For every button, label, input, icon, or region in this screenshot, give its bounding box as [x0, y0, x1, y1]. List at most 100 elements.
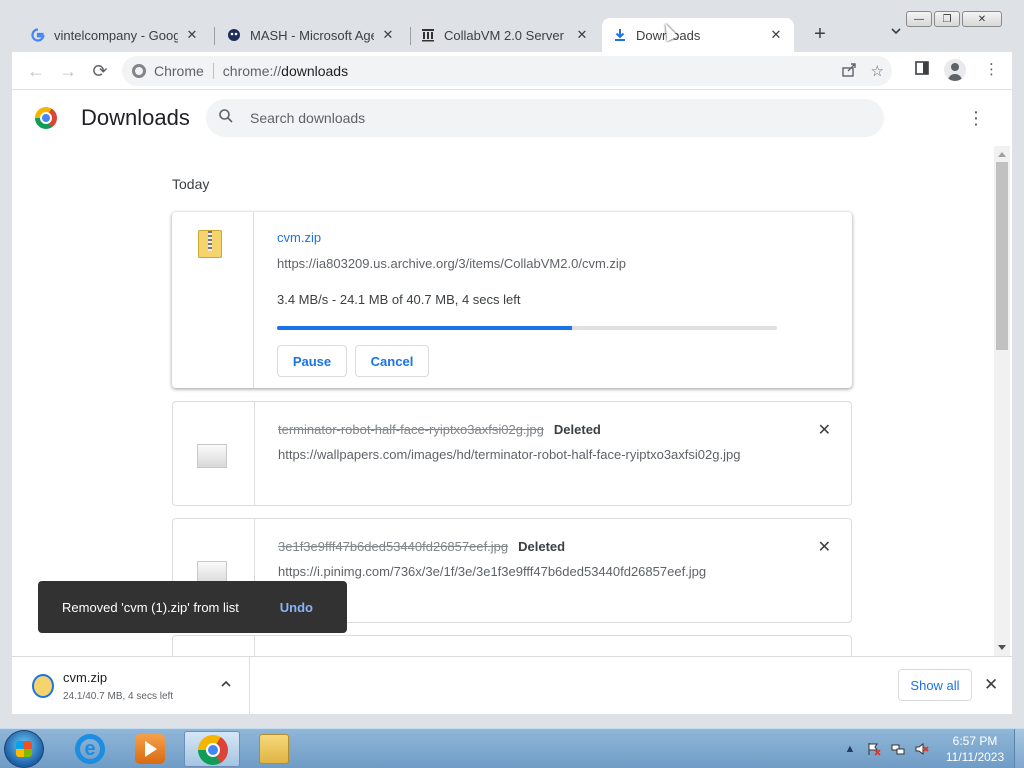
taskbar-explorer[interactable] — [246, 731, 302, 767]
show-hidden-icons-icon[interactable]: ▲ — [842, 741, 858, 757]
tab-title: MASH - Microsoft Agen — [250, 27, 374, 43]
archive-icon — [420, 27, 436, 43]
omnibox-divider — [212, 63, 214, 79]
download-shelf: cvm.zip 24.1/40.7 MB, 4 secs left Show a… — [12, 656, 1012, 715]
tab-collabvm[interactable]: CollabVM 2.0 Server : Pu ✕ — [410, 18, 600, 52]
file-name: terminator-robot-half-face-ryiptxo3axfsi… — [278, 422, 544, 437]
share-icon[interactable] — [841, 62, 857, 82]
scroll-up-arrow-icon[interactable] — [998, 152, 1006, 157]
file-name-link[interactable]: cvm.zip — [277, 230, 321, 245]
page-scrollbar[interactable] — [994, 146, 1010, 656]
page-title: Downloads — [81, 105, 190, 130]
close-tab-icon[interactable]: ✕ — [574, 27, 590, 43]
minimize-button[interactable]: — — [906, 11, 932, 27]
deleted-label: Deleted — [518, 539, 566, 554]
search-input[interactable] — [250, 110, 850, 126]
scroll-down-arrow-icon[interactable] — [998, 645, 1006, 650]
tab-downloads[interactable]: Downloads ✕ — [602, 18, 794, 52]
volume-muted-icon[interactable] — [914, 741, 930, 757]
shelf-file-name: cvm.zip — [63, 670, 108, 685]
downloads-header: Downloads ⋮ — [12, 90, 1012, 146]
folder-icon — [259, 734, 289, 764]
download-card-deleted: terminator-robot-half-face-ryiptxo3axfsi… — [172, 401, 852, 506]
file-name: 3e1f3e9fff47b6ded53440fd26857eef.jpg — [278, 539, 509, 554]
system-clock[interactable]: 6:57 PM 11/11/2023 — [940, 733, 1010, 765]
windows-taskbar: e ▲ 6:57 PM 11/11/2023 — [0, 728, 1024, 768]
tab-vintelcompany[interactable]: vintelcompany - Google ✕ — [20, 18, 210, 52]
tab-mash[interactable]: MASH - Microsoft Agen ✕ — [216, 18, 406, 52]
close-window-button[interactable]: ✕ — [962, 11, 1002, 27]
download-card-active: cvm.zip https://ia803209.us.archive.org/… — [172, 212, 852, 388]
bookmark-star-icon[interactable]: ☆ — [871, 62, 884, 82]
tab-title: Downloads — [636, 27, 701, 43]
media-player-icon — [135, 734, 165, 764]
remove-from-list-icon[interactable]: ✕ — [818, 537, 831, 557]
close-shelf-icon[interactable]: ✕ — [984, 675, 998, 695]
zip-file-icon — [32, 674, 54, 698]
download-icon — [612, 27, 628, 43]
tab-divider — [214, 27, 215, 45]
profile-avatar[interactable] — [944, 59, 966, 81]
file-icon-column — [173, 402, 255, 505]
url-prefix: chrome:// — [222, 63, 282, 79]
cancel-button[interactable]: Cancel — [355, 345, 429, 377]
maximize-button[interactable]: ❐ — [934, 11, 960, 27]
file-icon-column — [172, 212, 254, 388]
shelf-download-item[interactable]: cvm.zip 24.1/40.7 MB, 4 secs left — [12, 657, 250, 715]
taskbar-chrome[interactable] — [184, 731, 240, 767]
browser-window: — ❐ ✕ vintelcompany - Google ✕ MASH - Mi… — [0, 0, 1024, 728]
scroll-thumb[interactable] — [996, 162, 1008, 350]
forward-button[interactable]: → — [56, 59, 80, 83]
search-icon — [218, 108, 238, 128]
pause-button[interactable]: Pause — [277, 345, 347, 377]
window-controls: — ❐ ✕ — [906, 11, 1002, 27]
google-icon — [30, 27, 46, 43]
show-desktop-button[interactable] — [1014, 729, 1024, 768]
new-tab-button[interactable]: + — [808, 23, 832, 47]
file-url[interactable]: https://i.pinimg.com/736x/3e/1f/3e/3e1f3… — [278, 564, 798, 579]
download-card-partial — [172, 635, 852, 656]
file-name-row: 3e1f3e9fff47b6ded53440fd26857eef.jpg Dele… — [278, 538, 565, 556]
back-button[interactable]: ← — [24, 59, 48, 83]
file-icon-column — [173, 636, 255, 656]
download-progress-bar — [277, 326, 777, 330]
reload-button[interactable]: ⟳ — [88, 59, 112, 83]
undo-button[interactable]: Undo — [280, 600, 313, 615]
search-box[interactable] — [206, 99, 884, 137]
address-bar[interactable]: Chrome chrome://downloads ☆ — [122, 56, 892, 86]
chrome-icon — [198, 735, 228, 765]
section-date-label: Today — [172, 176, 210, 192]
tab-search-chevron-icon[interactable] — [886, 25, 906, 45]
clock-time: 6:57 PM — [952, 734, 998, 748]
tab-title: vintelcompany - Google — [54, 27, 178, 43]
side-panel-icon[interactable] — [914, 60, 930, 80]
scheme-label: Chrome — [154, 63, 204, 79]
url-path: downloads — [281, 63, 349, 79]
chevron-up-icon[interactable] — [220, 678, 232, 693]
toast-message: Removed 'cvm (1).zip' from list — [62, 599, 239, 615]
deleted-label: Deleted — [553, 422, 601, 437]
downloads-page: Downloads ⋮ Today cvm.zip https://ia8032… — [12, 90, 1012, 656]
action-center-flag-icon[interactable] — [866, 741, 882, 757]
omnibox-actions: ☆ — [841, 62, 884, 82]
chrome-logo-icon — [35, 107, 57, 129]
tab-title: CollabVM 2.0 Server : Pu — [444, 27, 568, 43]
network-icon[interactable] — [890, 741, 906, 757]
taskbar-media-player[interactable] — [122, 731, 178, 767]
chrome-page-icon — [132, 64, 146, 78]
internet-explorer-icon: e — [75, 734, 105, 764]
downloads-menu-icon[interactable]: ⋮ — [964, 106, 988, 130]
file-url[interactable]: https://wallpapers.com/images/hd/termina… — [278, 447, 798, 462]
browser-menu-icon[interactable]: ⋮ — [984, 60, 999, 78]
start-button[interactable] — [4, 730, 44, 768]
mash-icon — [226, 27, 242, 43]
show-all-button[interactable]: Show all — [898, 669, 972, 701]
file-url[interactable]: https://ia803209.us.archive.org/3/items/… — [277, 256, 626, 271]
close-tab-icon[interactable]: ✕ — [768, 27, 784, 43]
close-tab-icon[interactable]: ✕ — [184, 27, 200, 43]
close-tab-icon[interactable]: ✕ — [380, 27, 396, 43]
taskbar-ie[interactable]: e — [62, 731, 118, 767]
download-actions: Pause Cancel — [277, 345, 577, 377]
remove-from-list-icon[interactable]: ✕ — [818, 420, 831, 440]
progress-fill — [277, 326, 572, 330]
